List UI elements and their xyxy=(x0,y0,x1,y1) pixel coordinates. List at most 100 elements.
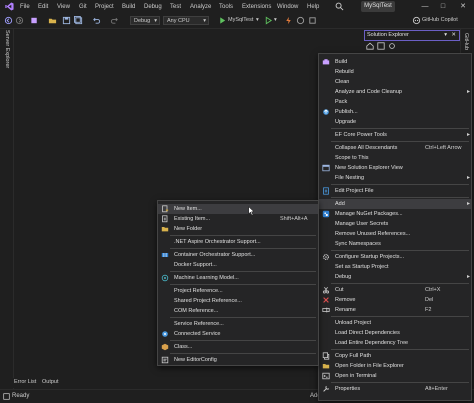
undo-icon[interactable] xyxy=(92,16,101,25)
copilot-label[interactable]: GitHub Copilot xyxy=(422,17,458,23)
error-list-tab[interactable]: Error List xyxy=(14,379,36,385)
run-target-chevron-icon[interactable]: ▾ xyxy=(256,17,259,23)
menu-item-manage-nuget-packages[interactable]: Manage NuGet Packages... xyxy=(319,209,471,219)
close-window-button[interactable]: ✕ xyxy=(456,1,470,12)
copilot-icon[interactable] xyxy=(412,16,421,25)
menu-item-scope-to-this[interactable]: Scope to This xyxy=(319,153,471,163)
run-target-label[interactable]: MySqlTest xyxy=(228,17,253,23)
menu-item-label: COM Reference... xyxy=(174,308,219,314)
add-item-project-reference[interactable]: Project Reference... xyxy=(158,286,318,296)
solution-explorer-header[interactable]: Solution Explorer ▾ ✕ xyxy=(364,30,460,41)
menu-extensions[interactable]: Extensions xyxy=(242,4,271,10)
menu-item-clean[interactable]: Clean xyxy=(319,77,471,87)
menu-item-remove-unused-references[interactable]: Remove Unused References... xyxy=(319,229,471,239)
new-project-icon[interactable] xyxy=(30,16,39,25)
add-item-machine-learning-model[interactable]: Machine Learning Model... xyxy=(158,273,318,283)
menu-git[interactable]: Git xyxy=(79,4,87,10)
menu-tools[interactable]: Tools xyxy=(219,4,233,10)
menu-item-edit-project-file[interactable]: Edit Project File xyxy=(319,186,471,196)
menu-project[interactable]: Project xyxy=(95,4,114,10)
start-without-debugging-icon[interactable] xyxy=(264,16,273,25)
menu-item-pack[interactable]: Pack xyxy=(319,97,471,107)
menu-item-remove[interactable]: Remove Del xyxy=(319,295,471,305)
menu-item-label: Manage NuGet Packages... xyxy=(335,211,403,217)
menu-item-properties[interactable]: Properties Alt+Enter xyxy=(319,384,471,394)
menu-item-open-in-terminal[interactable]: Open in Terminal xyxy=(319,371,471,381)
menu-item-label: Analyze and Code Cleanup xyxy=(335,89,402,95)
add-item-docker-support[interactable]: Docker Support... xyxy=(158,260,318,270)
menu-debug[interactable]: Debug xyxy=(144,4,162,10)
add-item-existing-item[interactable]: Existing Item... Shift+Alt+A xyxy=(158,214,318,224)
menu-edit[interactable]: Edit xyxy=(38,4,48,10)
menu-item-load-direct-dependencies[interactable]: Load Direct Dependencies xyxy=(319,328,471,338)
add-item-class[interactable]: Class... xyxy=(158,342,318,352)
add-item-new-folder[interactable]: New Folder xyxy=(158,224,318,234)
menu-item-rename[interactable]: Rename F2 xyxy=(319,305,471,315)
configuration-dropdown[interactable]: Debug ▾ xyxy=(130,16,160,25)
output-tab[interactable]: Output xyxy=(42,379,59,385)
menu-item-unload-project[interactable]: Unload Project xyxy=(319,318,471,328)
menu-item-configure-startup-projects[interactable]: Configure Startup Projects... xyxy=(319,252,471,262)
menu-item-set-as-startup-project[interactable]: Set as Startup Project xyxy=(319,262,471,272)
menu-item-add[interactable]: Add ▸ xyxy=(319,199,471,209)
menu-item-rebuild[interactable]: Rebuild xyxy=(319,67,471,77)
add-item-new-editorconfig[interactable]: New EditorConfig xyxy=(158,355,318,365)
menu-item-ef-core-power-tools[interactable]: EF Core Power Tools ▸ xyxy=(319,130,471,140)
menu-item-new-solution-explorer-view[interactable]: New Solution Explorer View xyxy=(319,163,471,173)
save-all-icon[interactable] xyxy=(74,16,83,25)
build-icon xyxy=(322,59,330,65)
close-icon[interactable]: ✕ xyxy=(451,31,456,40)
menu-item-analyze-and-code-cleanup[interactable]: Analyze and Code Cleanup ▸ xyxy=(319,87,471,97)
editorconfig-icon xyxy=(161,356,169,364)
menu-help[interactable]: Help xyxy=(307,4,319,10)
menu-item-copy-full-path[interactable]: Copy Full Path xyxy=(319,351,471,361)
maximize-button[interactable]: □ xyxy=(436,1,450,12)
switch-views-icon[interactable] xyxy=(377,42,385,50)
menu-item-label: Load Direct Dependencies xyxy=(335,330,400,336)
pin-icon[interactable]: ▾ xyxy=(444,31,447,40)
menu-item-open-folder-in-file-explorer[interactable]: Open Folder in File Explorer xyxy=(319,361,471,371)
menu-item-build[interactable]: Build xyxy=(319,57,471,67)
add-item-connected-service[interactable]: Connected Service xyxy=(158,329,318,339)
menu-view[interactable]: View xyxy=(57,4,70,10)
menu-item-upgrade[interactable]: Upgrade xyxy=(319,117,471,127)
menu-item-sync-namespaces[interactable]: Sync Namespaces xyxy=(319,239,471,249)
menu-item-cut[interactable]: Cut Ctrl+X xyxy=(319,285,471,295)
menu-item-publish[interactable]: Publish... xyxy=(319,107,471,117)
menu-window[interactable]: Window xyxy=(277,4,298,10)
navigate-forward-icon[interactable] xyxy=(15,16,24,25)
toolbar-extra-icon[interactable] xyxy=(308,16,317,25)
start-without-debugging-chevron-icon[interactable]: ▾ xyxy=(274,17,277,23)
add-item-shared-project-reference[interactable]: Shared Project Reference... xyxy=(158,296,318,306)
menu-item-manage-user-secrets[interactable]: Manage User Secrets xyxy=(319,219,471,229)
menu-analyze[interactable]: Analyze xyxy=(190,4,211,10)
add-item-container-orchestrator-support[interactable]: Container Orchestrator Support... xyxy=(158,250,318,260)
add-item-com-reference[interactable]: COM Reference... xyxy=(158,306,318,316)
menu-build[interactable]: Build xyxy=(122,4,135,10)
menu-test[interactable]: Test xyxy=(170,4,181,10)
add-item-net-aspire-orchestrator-support[interactable]: .NET Aspire Orchestrator Support... xyxy=(158,237,318,247)
menu-item-load-entire-dependency-tree[interactable]: Load Entire Dependency Tree xyxy=(319,338,471,348)
wrench-icon xyxy=(323,385,330,392)
add-item-new-item[interactable]: New Item... xyxy=(158,204,318,214)
add-item-service-reference[interactable]: Service Reference... xyxy=(158,319,318,329)
start-debugging-icon[interactable] xyxy=(218,16,227,25)
menu-item-debug[interactable]: Debug ▸ xyxy=(319,272,471,282)
home-icon[interactable] xyxy=(366,42,374,50)
menu-item-file-nesting[interactable]: File Nesting ▸ xyxy=(319,173,471,183)
menu-file[interactable]: File xyxy=(20,4,30,10)
open-folder-icon[interactable] xyxy=(48,16,57,25)
browser-link-icon[interactable] xyxy=(296,16,305,25)
menu-item-label: Docker Support... xyxy=(174,262,217,268)
search-icon[interactable] xyxy=(335,2,344,11)
redo-icon[interactable] xyxy=(110,16,119,25)
minimize-button[interactable]: — xyxy=(418,1,432,12)
navigate-back-icon[interactable] xyxy=(4,16,13,25)
hot-reload-icon[interactable] xyxy=(284,16,293,25)
server-explorer-tab[interactable]: Server Explorer xyxy=(2,30,11,92)
platform-dropdown[interactable]: Any CPU ▾ xyxy=(163,16,209,25)
save-icon[interactable] xyxy=(62,16,71,25)
sync-icon[interactable] xyxy=(388,42,396,50)
menu-item-collapse-all-descendants[interactable]: Collapse All Descendants Ctrl+Left Arrow xyxy=(319,143,471,153)
menu-item-label: Clean xyxy=(335,79,350,85)
